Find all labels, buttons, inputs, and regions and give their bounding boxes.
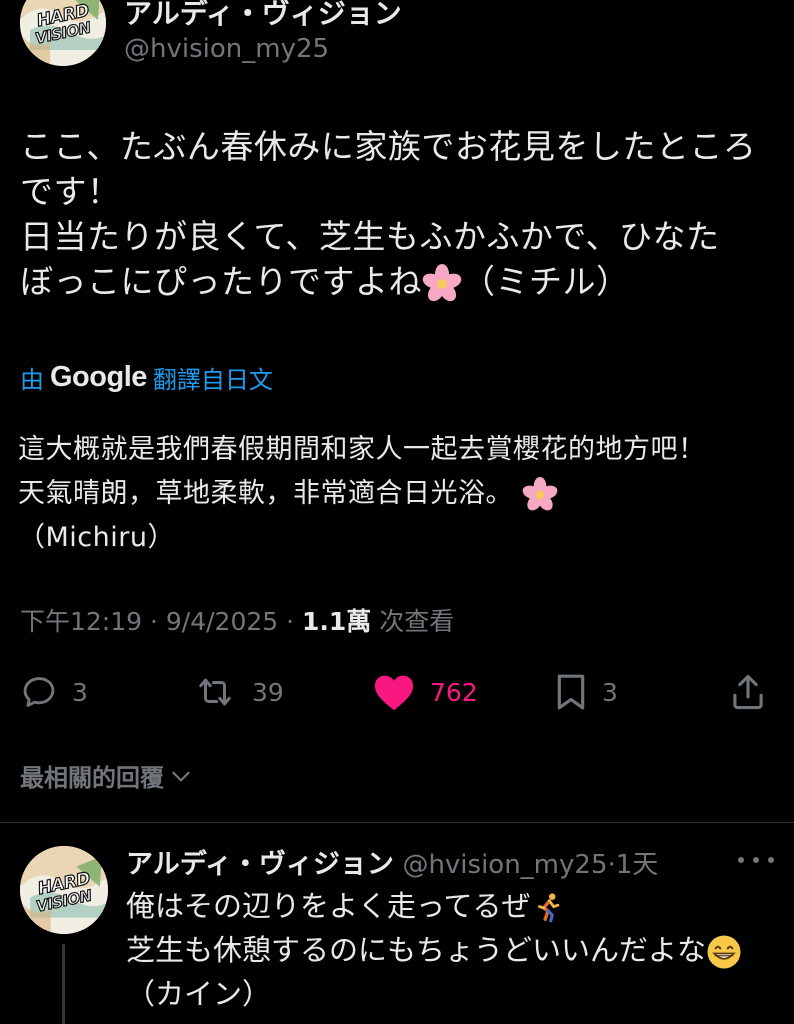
reply-button[interactable]: 3 — [20, 668, 88, 716]
reply-separator: · — [607, 850, 616, 880]
thread-line — [62, 944, 65, 1024]
translated-text: 這大概就是我們春假期間和家人一起去賞櫻花的地方吧！ 天氣晴朗，草地柔軟，非常適合… — [18, 428, 788, 560]
author-name[interactable]: アルディ・ヴィジョン — [124, 0, 402, 32]
more-options-icon[interactable] — [738, 850, 774, 870]
reply-author-avatar[interactable]: HARD VISION — [20, 846, 108, 934]
tweet-text-line: です！ — [20, 172, 121, 211]
tweet-timestamp[interactable]: 下午12:19 · 9/4/2025 · — [20, 607, 302, 636]
reply-text-line: 俺はその辺りをよく走ってるぜ — [126, 889, 531, 923]
views-count[interactable]: 1.1萬 — [302, 607, 371, 636]
tweet-text-line: ここ、たぶん春休みに家族でお花見をしたところ — [20, 127, 757, 166]
reply-header: アルディ・ヴィジョン @hvision_my25·1天 — [126, 842, 658, 881]
reply-timestamp[interactable]: 1天 — [616, 850, 659, 880]
tweet-text-line: ぼっこにぴったりですよね — [20, 262, 422, 301]
reply-author-name[interactable]: アルディ・ヴィジョン — [126, 849, 394, 880]
retweet-icon — [199, 678, 231, 706]
translated-line-2: 天氣晴朗，草地柔軟，非常適合日光浴。 — [18, 472, 788, 516]
tweet-actions: 3 39 762 3 — [0, 668, 794, 716]
tweet-text: ここ、たぶん春休みに家族でお花見をしたところ です！ 日当たりが良くて、芝生もふ… — [20, 124, 790, 304]
google-logo: Google — [50, 361, 147, 393]
reply-text: 俺はその辺りをよく走ってるぜ 芝生も休憩するのにもちょうどいいんだよな （カイン… — [126, 884, 786, 1016]
replies-sort-label: 最相關的回覆 — [20, 764, 164, 792]
translation-attribution[interactable]: 由 Google 翻譯自日文 — [20, 360, 273, 395]
divider — [0, 822, 794, 823]
tweet-meta: 下午12:19 · 9/4/2025 · 1.1萬 次查看 — [20, 602, 454, 638]
reply-author-handle[interactable]: @hvision_my25 — [402, 850, 607, 880]
replies-sort-dropdown[interactable]: 最相關的回覆 — [20, 758, 194, 793]
retweet-button[interactable]: 39 — [192, 668, 284, 716]
author-handle[interactable]: @hvision_my25 — [124, 34, 329, 64]
translated-line: 這大概就是我們春假期間和家人一起去賞櫻花的地方吧！ — [18, 434, 706, 465]
share-icon — [733, 674, 763, 710]
bookmark-button[interactable]: 3 — [554, 668, 618, 716]
like-count: 762 — [430, 677, 478, 707]
translation-prefix: 由 — [20, 366, 44, 394]
reply-text-line-2: 芝生も休憩するのにもちょうどいいんだよな — [126, 928, 786, 972]
tweet-text-suffix: （ミチル） — [462, 262, 630, 301]
tweet-detail-page: HARD VISION アルディ・ヴィジョン @hvision_my25 ここ、… — [0, 0, 794, 1024]
grinning-face-icon — [707, 935, 741, 969]
views-label: 次查看 — [371, 607, 455, 636]
cherry-blossom-icon — [522, 476, 558, 513]
translated-line: 天氣晴朗，草地柔軟，非常適合日光浴。 — [18, 478, 513, 509]
tweet-text-line-last: ぼっこにぴったりですよね （ミチル） — [20, 259, 790, 304]
cherry-blossom-icon — [422, 263, 462, 304]
runner-icon — [537, 893, 559, 923]
share-button[interactable] — [730, 668, 766, 716]
reply-text-line-1: 俺はその辺りをよく走ってるぜ — [126, 884, 786, 928]
heart-filled-icon — [374, 675, 414, 711]
reply-text-line: 芝生も休憩するのにもちょうどいいんだよな — [126, 933, 707, 967]
retweet-count: 39 — [252, 677, 284, 707]
like-button[interactable]: 762 — [372, 668, 478, 716]
reply-icon — [23, 677, 55, 707]
translated-line: （Michiru） — [18, 522, 175, 553]
translation-label[interactable]: 翻譯自日文 — [153, 360, 273, 395]
chevron-down-icon — [172, 771, 190, 781]
reply-text-line: （カイン） — [126, 977, 272, 1011]
tweet-text-line: 日当たりが良くて、芝生もふかふかで、ひなた — [20, 217, 720, 256]
bookmark-count: 3 — [602, 677, 618, 707]
author-avatar[interactable]: HARD VISION — [20, 0, 106, 66]
bookmark-icon — [557, 674, 585, 710]
reply-count: 3 — [72, 677, 88, 707]
